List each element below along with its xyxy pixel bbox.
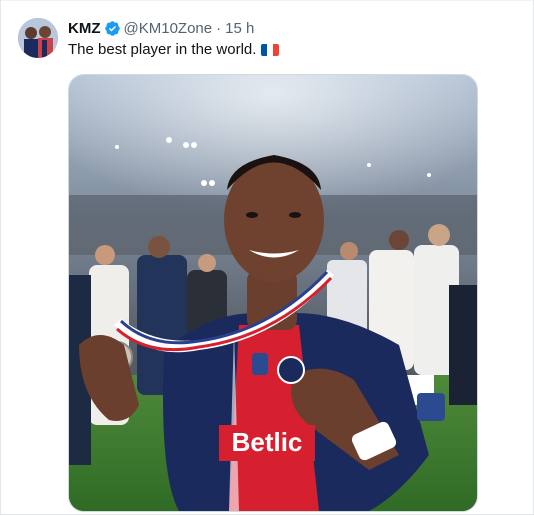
verified-badge-icon: [104, 20, 121, 37]
jersey-sponsor-text: Betlic: [232, 427, 303, 457]
french-flag-icon: [261, 43, 280, 56]
tweet-text: The best player in the world.: [68, 41, 257, 58]
tweet-photo[interactable]: Betlic: [68, 74, 478, 512]
tweet-header: KMZ @KM10Zone · 15 h: [68, 17, 254, 39]
meta-separator: ·: [216, 19, 222, 37]
tweet-card[interactable]: KMZ @KM10Zone · 15 h The best player in …: [0, 0, 534, 515]
author-avatar[interactable]: [18, 18, 58, 58]
author-handle[interactable]: @KM10Zone: [124, 20, 213, 37]
tweet-body: The best player in the world.: [68, 41, 280, 58]
author-name[interactable]: KMZ: [68, 20, 101, 37]
tweet-timestamp[interactable]: 15 h: [225, 20, 254, 37]
